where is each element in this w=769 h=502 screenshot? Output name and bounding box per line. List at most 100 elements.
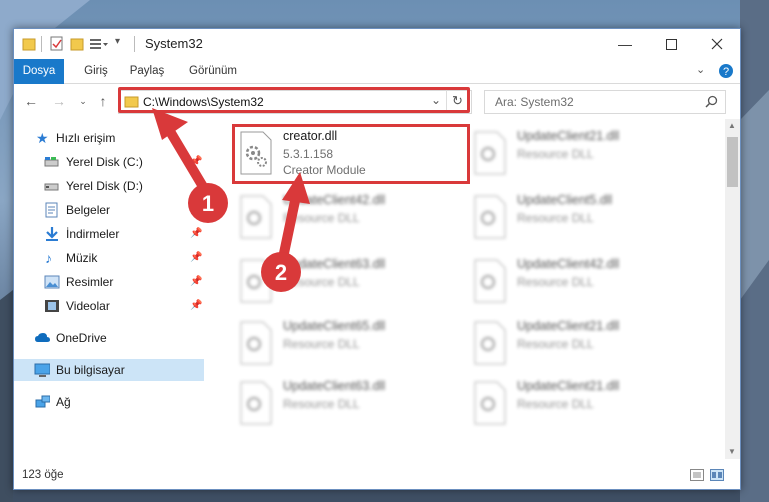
dll-file-icon — [240, 381, 272, 425]
sidebar-item-documents[interactable]: Belgeler 📌 — [14, 199, 204, 221]
pin-icon[interactable]: 📌 — [190, 223, 202, 245]
pin-icon[interactable]: 📌 — [190, 247, 202, 269]
sidebar-item-this-pc[interactable]: Bu bilgisayar — [14, 359, 204, 381]
search-placeholder: Ara: System32 — [495, 95, 574, 109]
vertical-scrollbar[interactable]: ▲ ▼ — [725, 119, 740, 459]
back-button[interactable]: ← — [22, 92, 40, 110]
explorer-window: ▾ System32 — Dosya Giriş Paylaş Görünüm … — [13, 28, 741, 490]
file-name: UpdateClient42.dll — [517, 257, 620, 271]
file-type: Resource DLL — [283, 337, 360, 351]
folder-icon — [22, 38, 36, 51]
list-item[interactable]: UpdateClient65.dll Resource DLL — [233, 315, 453, 369]
dll-file-icon — [474, 195, 506, 239]
sidebar-item-local-disk-c[interactable]: Yerel Disk (C:) 📌 — [14, 151, 204, 173]
scroll-up-icon[interactable]: ▲ — [728, 121, 736, 130]
window-title: System32 — [145, 36, 203, 51]
title-bar: ▾ System32 — — [14, 29, 740, 59]
list-item[interactable]: UpdateClient21.dll Resource DLL — [467, 125, 687, 179]
sidebar-item-local-disk-d[interactable]: Yerel Disk (D:) — [14, 175, 204, 197]
pin-icon[interactable]: 📌 — [190, 151, 202, 173]
divider — [41, 36, 42, 52]
list-item[interactable]: UpdateClient5.dll Resource DLL — [467, 189, 687, 243]
file-name: UpdateClient5.dll — [517, 193, 613, 207]
dll-file-icon — [474, 131, 506, 175]
quick-access-dropdown-icon[interactable]: ▾ — [115, 36, 120, 52]
help-icon[interactable]: ? — [718, 63, 734, 79]
sidebar-item-downloads[interactable]: İndirmeler 📌 — [14, 223, 204, 245]
file-type: Resource DLL — [517, 275, 594, 289]
sidebar-item-quick-access[interactable]: ★ Hızlı erişim — [14, 127, 204, 149]
list-item[interactable]: UpdateClient42.dll Resource DLL — [233, 189, 453, 243]
music-icon: ♪ — [45, 250, 52, 266]
computer-icon — [34, 363, 50, 377]
pictures-icon — [44, 275, 60, 289]
file-name: UpdateClient63.dll — [283, 257, 386, 271]
file-highlight-box — [232, 124, 470, 184]
file-type: Resource DLL — [283, 211, 360, 225]
sidebar-item-pictures[interactable]: Resimler 📌 — [14, 271, 204, 293]
documents-icon — [45, 202, 58, 218]
file-name: UpdateClient63.dll — [283, 379, 386, 393]
details-view-icon[interactable] — [690, 469, 704, 481]
drive-icon — [44, 157, 59, 167]
close-button[interactable] — [694, 29, 740, 59]
ribbon-tabs: Dosya Giriş Paylaş Görünüm ⌄ ? — [14, 59, 740, 113]
recent-locations-icon[interactable]: ⌄ — [74, 92, 92, 110]
dll-file-icon — [474, 259, 506, 303]
tab-home[interactable]: Giriş — [76, 59, 116, 83]
list-item[interactable]: UpdateClient21.dll Resource DLL — [467, 315, 687, 369]
expand-ribbon-icon[interactable]: ⌄ — [696, 63, 705, 76]
sidebar-item-onedrive[interactable]: OneDrive — [14, 327, 204, 349]
maximize-button[interactable] — [648, 29, 694, 59]
sidebar-item-network[interactable]: Ağ — [14, 391, 204, 413]
pin-icon[interactable]: 📌 — [190, 295, 202, 317]
scroll-down-icon[interactable]: ▼ — [728, 447, 736, 456]
item-count: 123 öğe — [22, 469, 64, 481]
list-item[interactable]: UpdateClient21.dll Resource DLL — [467, 375, 687, 429]
file-name: UpdateClient21.dll — [517, 319, 620, 333]
drive-icon — [44, 183, 59, 191]
customize-toolbar-icon[interactable] — [89, 36, 109, 52]
list-item[interactable]: UpdateClient42.dll Resource DLL — [467, 253, 687, 307]
forward-button[interactable]: → — [50, 92, 68, 110]
cloud-icon — [35, 333, 50, 342]
status-bar: 123 öğe — [14, 459, 740, 489]
sidebar-item-videos[interactable]: Videolar 📌 — [14, 295, 204, 317]
up-button[interactable]: ↑ — [94, 92, 112, 110]
file-type: Resource DLL — [517, 397, 594, 411]
search-box[interactable]: Ara: System32 — [484, 90, 726, 114]
scroll-thumb[interactable] — [727, 137, 738, 187]
file-name: UpdateClient21.dll — [517, 379, 620, 393]
dll-file-icon — [240, 259, 272, 303]
dll-file-icon — [240, 321, 272, 365]
file-name: UpdateClient42.dll — [283, 193, 386, 207]
dll-file-icon — [474, 321, 506, 365]
properties-icon[interactable] — [50, 36, 64, 52]
dll-file-icon — [240, 195, 272, 239]
pin-icon[interactable]: 📌 — [190, 271, 202, 293]
file-type: Resource DLL — [283, 275, 360, 289]
dll-file-icon — [474, 381, 506, 425]
list-item[interactable]: UpdateClient63.dll Resource DLL — [233, 253, 453, 307]
file-type: Resource DLL — [283, 397, 360, 411]
video-icon — [45, 300, 59, 312]
file-name: UpdateClient65.dll — [283, 319, 386, 333]
tiles-view-icon[interactable] — [710, 469, 724, 481]
file-type: Resource DLL — [517, 147, 594, 161]
navigation-pane: ★ Hızlı erişim Yerel Disk (C:) 📌 Yerel D… — [14, 119, 204, 459]
svg-text:?: ? — [723, 66, 729, 78]
sidebar-item-music[interactable]: ♪ Müzik 📌 — [14, 247, 204, 269]
tab-view[interactable]: Görünüm — [182, 59, 244, 83]
download-icon — [46, 227, 58, 241]
file-type: Resource DLL — [517, 211, 594, 225]
star-icon: ★ — [36, 130, 49, 146]
search-icon[interactable] — [705, 95, 718, 108]
minimize-button[interactable]: — — [602, 29, 648, 59]
navigation-bar: ← → ⌄ ↑ C:\Windows\System32 ⌄ ↻ Ara: Sys… — [14, 84, 740, 118]
list-item[interactable]: UpdateClient63.dll Resource DLL — [233, 375, 453, 429]
pin-icon[interactable]: 📌 — [190, 199, 202, 221]
new-folder-icon[interactable] — [70, 36, 84, 52]
network-icon — [35, 395, 50, 408]
address-highlight-box — [118, 87, 470, 113]
tab-share[interactable]: Paylaş — [122, 59, 172, 83]
